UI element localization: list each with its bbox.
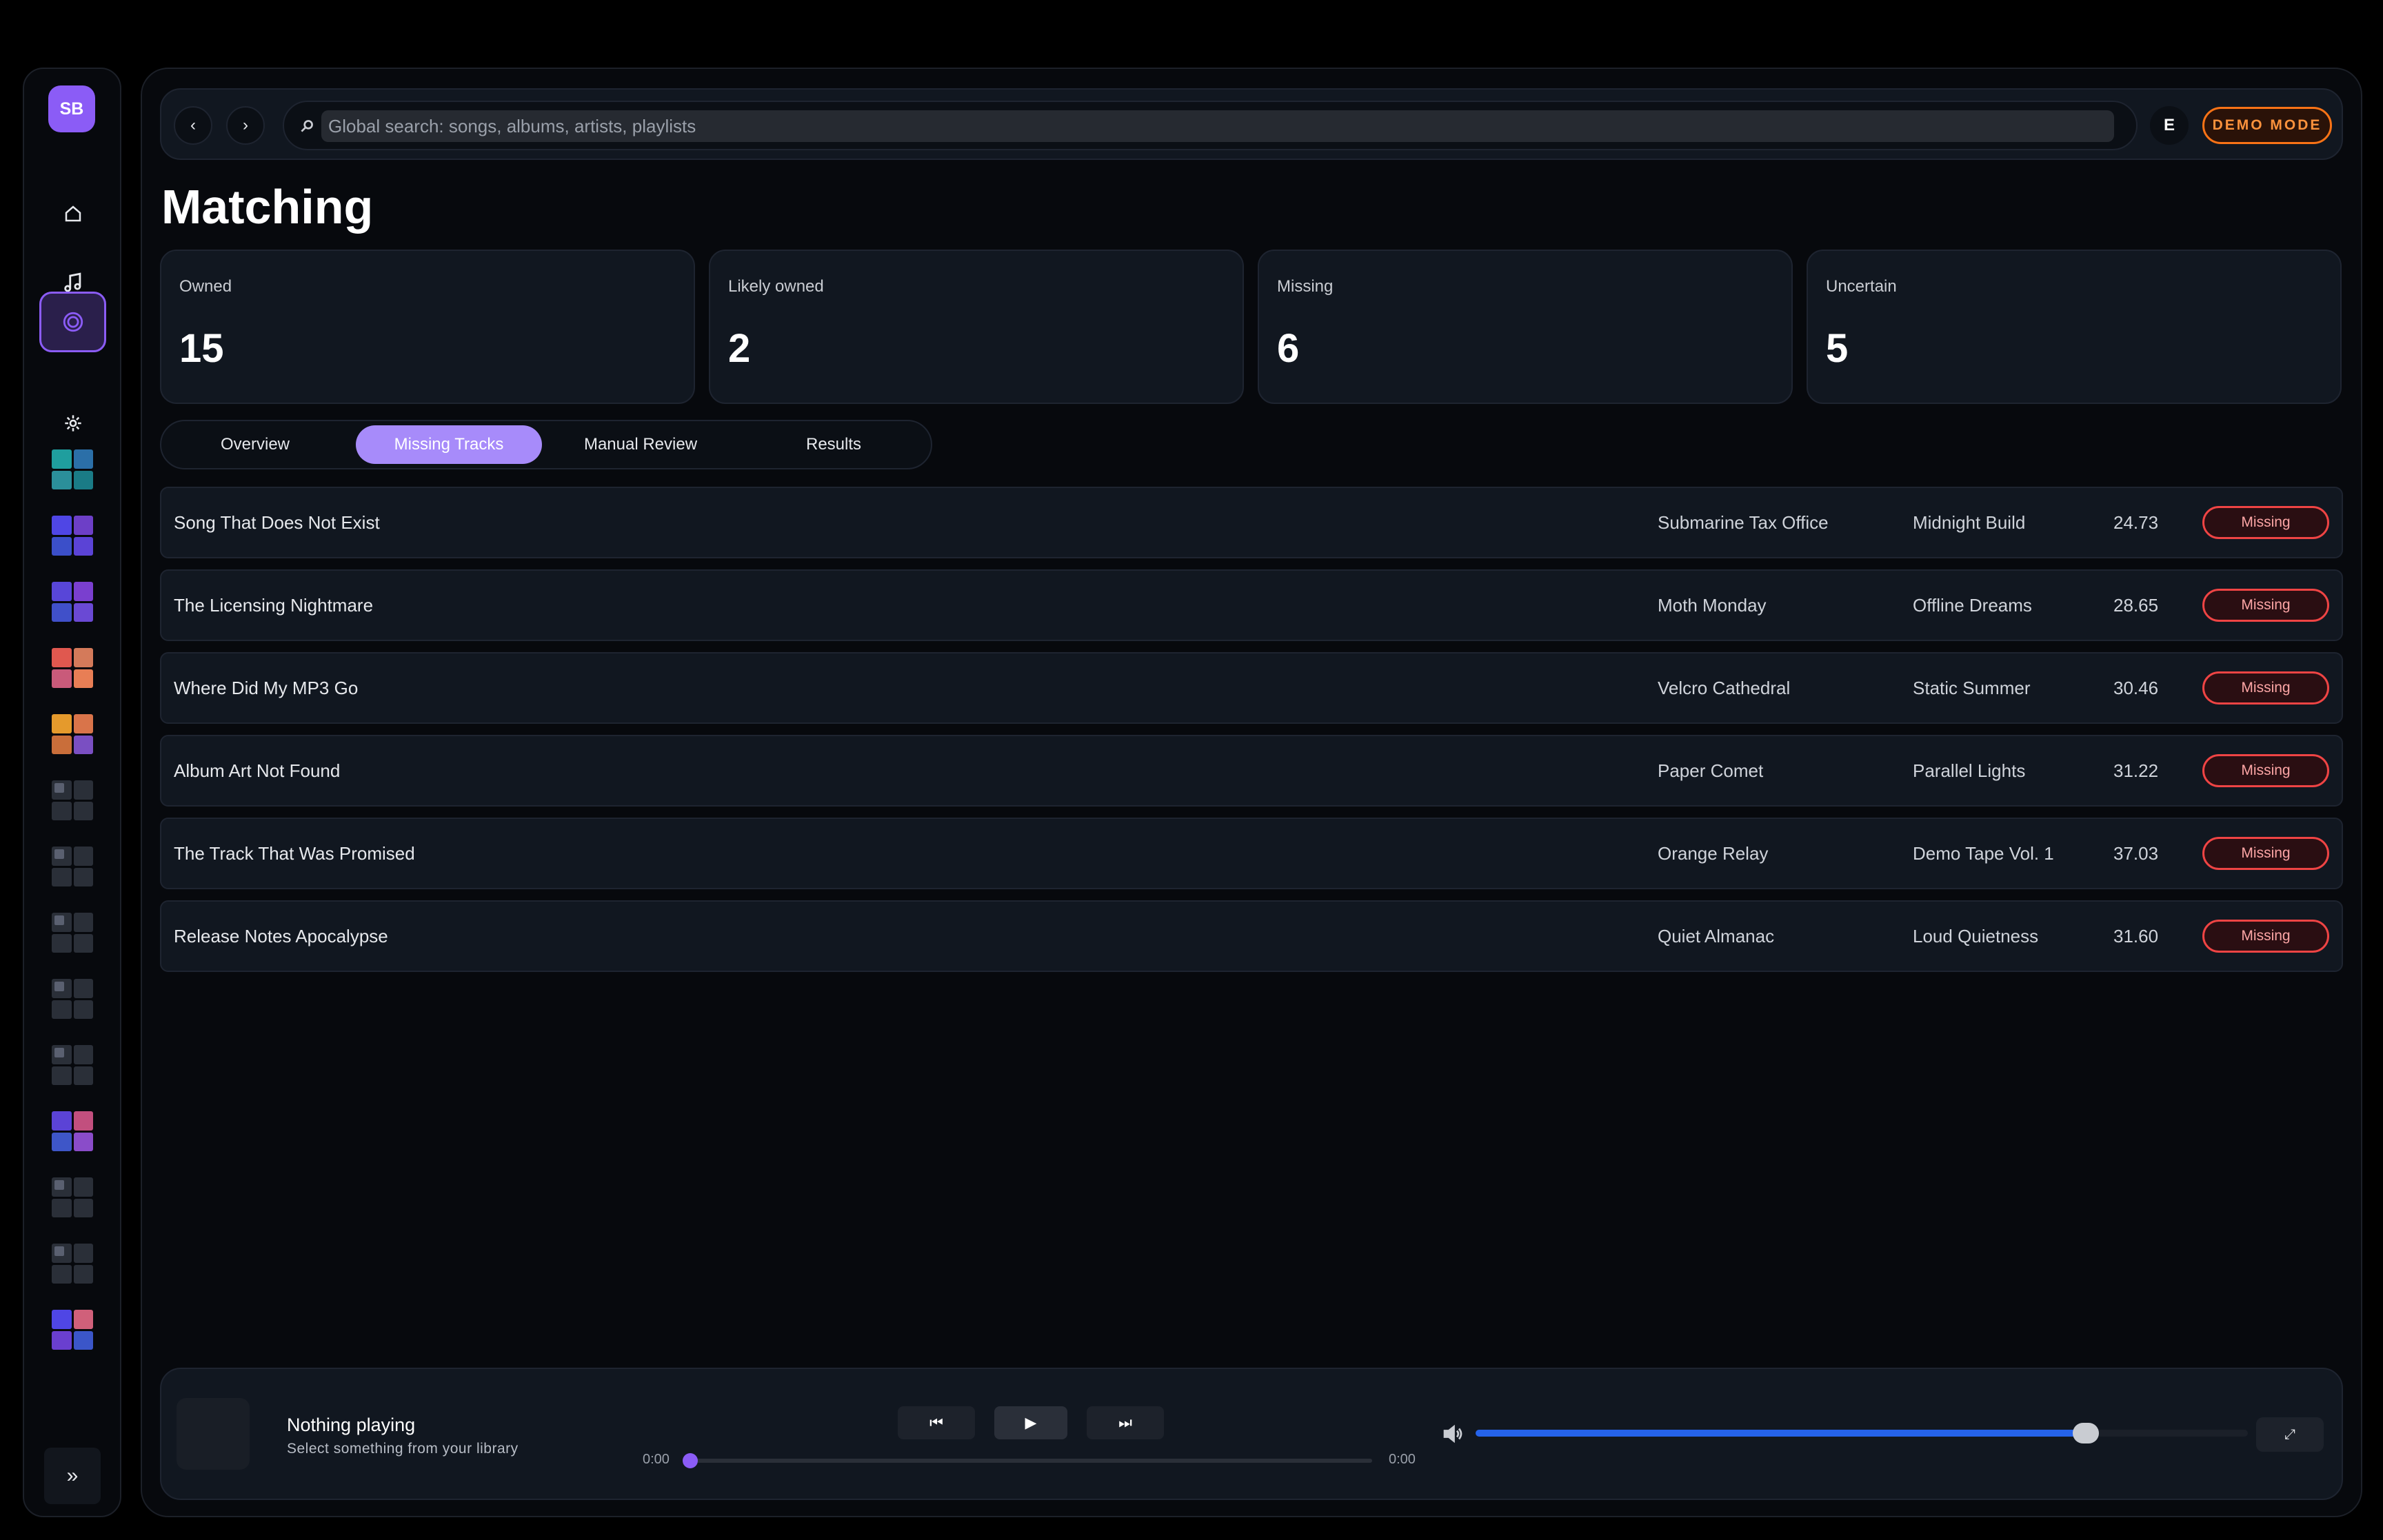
track-artist: Velcro Cathedral (1658, 677, 1791, 698)
previous-track-button[interactable]: ⏮ (898, 1406, 975, 1439)
player-bar: Nothing playing Select something from yo… (160, 1368, 2343, 1500)
stat-value: 5 (1826, 326, 1849, 371)
table-row[interactable]: Release Notes Apocalypse Quiet Almanac L… (160, 900, 2343, 972)
stat-label: Uncertain (1826, 277, 1897, 296)
search-bar (283, 101, 2138, 150)
playlist-thumbnail[interactable] (52, 1244, 93, 1284)
stat-label: Missing (1277, 277, 1334, 296)
track-artist: Submarine Tax Office (1658, 511, 1829, 533)
status-badge[interactable]: Missing (2202, 920, 2329, 953)
tab-bar: Overview Missing Tracks Manual Review Re… (160, 420, 932, 469)
album-art-placeholder (177, 1398, 250, 1470)
track-album: Midnight Build (1913, 511, 2026, 533)
sidebar: SB » (23, 68, 121, 1517)
match-score: 24.73 (2113, 511, 2159, 533)
stat-card-missing: Missing 6 (1258, 250, 1793, 404)
now-playing-title: Nothing playing (287, 1415, 416, 1435)
demo-mode-badge[interactable]: DEMO MODE (2202, 107, 2332, 144)
stat-value: 15 (179, 326, 224, 371)
volume-handle[interactable] (2072, 1423, 2099, 1443)
table-row[interactable]: Album Art Not Found Paper Comet Parallel… (160, 735, 2343, 807)
back-button[interactable]: ‹ (174, 106, 212, 145)
tab-overview[interactable]: Overview (165, 425, 345, 464)
volume-icon[interactable] (1440, 1421, 1465, 1446)
tab-missing-tracks[interactable]: Missing Tracks (356, 425, 542, 464)
track-title: Album Art Not Found (174, 760, 341, 781)
playlist-thumbnail[interactable] (52, 1177, 93, 1217)
stat-card-likely-owned: Likely owned 2 (709, 250, 1244, 404)
search-input[interactable] (321, 110, 2114, 142)
tab-results[interactable]: Results (741, 425, 927, 464)
status-badge[interactable]: Missing (2202, 754, 2329, 787)
top-bar: ‹ › E DEMO MODE (160, 88, 2343, 160)
fullscreen-button[interactable]: ⤢ (2256, 1417, 2324, 1452)
matching-icon[interactable] (39, 292, 106, 352)
stat-label: Likely owned (728, 277, 824, 296)
stat-card-uncertain: Uncertain 5 (1807, 250, 2342, 404)
track-title: Song That Does Not Exist (174, 511, 380, 533)
playlist-thumbnail[interactable] (52, 913, 93, 953)
status-badge[interactable]: Missing (2202, 837, 2329, 870)
track-title: Release Notes Apocalypse (174, 925, 388, 946)
playlist-thumbnail[interactable] (52, 1310, 93, 1350)
playlist-thumbnail[interactable] (52, 516, 93, 556)
track-album: Offline Dreams (1913, 594, 2032, 616)
match-score: 28.65 (2113, 594, 2159, 616)
page-title: Matching (161, 180, 374, 234)
track-artist: Quiet Almanac (1658, 925, 1775, 946)
progress-handle[interactable] (683, 1453, 698, 1468)
table-row[interactable]: Song That Does Not Exist Submarine Tax O… (160, 487, 2343, 558)
time-total: 0:00 (1389, 1452, 1416, 1467)
playlist-thumbnail[interactable] (52, 582, 93, 622)
user-avatar[interactable]: E (2150, 106, 2189, 145)
time-current: 0:00 (643, 1452, 670, 1467)
search-icon (301, 120, 313, 132)
track-artist: Paper Comet (1658, 760, 1764, 781)
forward-button[interactable]: › (226, 106, 265, 145)
track-title: Where Did My MP3 Go (174, 677, 359, 698)
next-track-button[interactable]: ⏭ (1087, 1406, 1164, 1439)
track-album: Parallel Lights (1913, 760, 2026, 781)
stat-value: 6 (1277, 326, 1300, 371)
gear-icon[interactable] (39, 393, 106, 454)
playlist-thumbnail[interactable] (52, 979, 93, 1019)
playlist-thumbnail[interactable] (52, 780, 93, 820)
track-album: Demo Tape Vol. 1 (1913, 842, 2054, 864)
track-artist: Moth Monday (1658, 594, 1767, 616)
status-badge[interactable]: Missing (2202, 671, 2329, 705)
avatar[interactable]: SB (48, 85, 95, 132)
table-row[interactable]: Where Did My MP3 Go Velcro Cathedral Sta… (160, 652, 2343, 724)
track-album: Loud Quietness (1913, 925, 2039, 946)
match-score: 37.03 (2113, 842, 2159, 864)
status-badge[interactable]: Missing (2202, 589, 2329, 622)
table-row[interactable]: The Licensing Nightmare Moth Monday Offl… (160, 569, 2343, 641)
playlist-thumbnail[interactable] (52, 1045, 93, 1085)
play-button[interactable]: ▶ (994, 1406, 1067, 1439)
stat-card-owned: Owned 15 (160, 250, 695, 404)
track-artist: Orange Relay (1658, 842, 1769, 864)
playlist-thumbnail[interactable] (52, 648, 93, 688)
home-icon[interactable] (39, 183, 106, 244)
playlist-thumbnail[interactable] (52, 714, 93, 754)
volume-slider[interactable] (1476, 1423, 2248, 1443)
playlist-thumbnail[interactable] (52, 847, 93, 886)
tab-manual-review[interactable]: Manual Review (547, 425, 734, 464)
progress-bar[interactable] (690, 1459, 1372, 1463)
status-badge[interactable]: Missing (2202, 506, 2329, 539)
table-row[interactable]: The Track That Was Promised Orange Relay… (160, 818, 2343, 889)
track-title: The Licensing Nightmare (174, 594, 374, 616)
stat-value: 2 (728, 326, 751, 371)
match-score: 31.22 (2113, 760, 2159, 781)
main-panel: ‹ › E DEMO MODE Matching Owned 15 Likely… (141, 68, 2362, 1517)
match-score: 30.46 (2113, 677, 2159, 698)
stat-label: Owned (179, 277, 232, 296)
volume-fill (1476, 1430, 2086, 1437)
playlist-thumbnail[interactable] (52, 1111, 93, 1151)
now-playing-subtitle: Select something from your library (287, 1441, 519, 1457)
playlist-thumbnail[interactable] (52, 449, 93, 489)
match-score: 31.60 (2113, 925, 2159, 946)
expand-sidebar-button[interactable]: » (44, 1448, 101, 1504)
track-album: Static Summer (1913, 677, 2031, 698)
track-title: The Track That Was Promised (174, 842, 415, 864)
